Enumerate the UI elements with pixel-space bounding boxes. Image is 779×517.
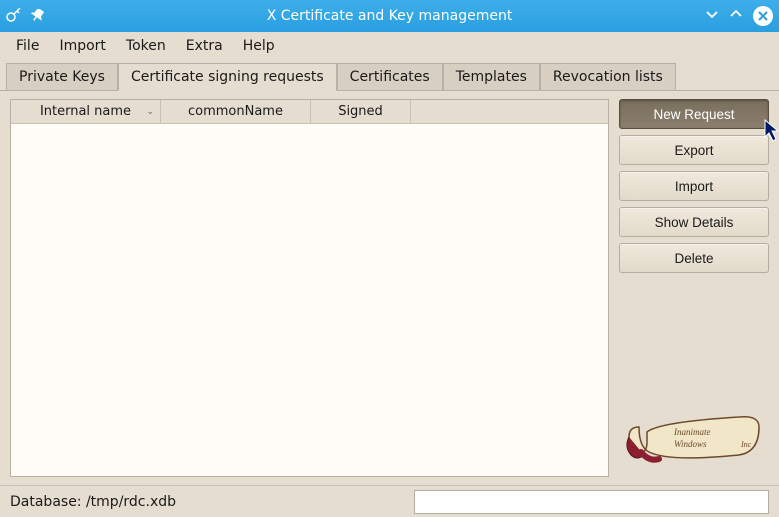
svg-text:Inc: Inc bbox=[740, 440, 752, 449]
action-panel: New Request Export Import Show Details D… bbox=[619, 99, 769, 477]
delete-button[interactable]: Delete bbox=[619, 243, 769, 273]
export-button[interactable]: Export bbox=[619, 135, 769, 165]
menu-file[interactable]: File bbox=[8, 34, 47, 58]
column-internal-name[interactable]: Internal name ⌄ bbox=[11, 100, 161, 124]
tab-content: Internal name ⌄ commonName Signed New Re… bbox=[0, 90, 779, 485]
close-button[interactable] bbox=[753, 6, 773, 26]
column-common-name[interactable]: commonName bbox=[161, 100, 311, 124]
menu-token[interactable]: Token bbox=[118, 34, 174, 58]
tab-certificates[interactable]: Certificates bbox=[337, 63, 443, 91]
maximize-button[interactable] bbox=[729, 7, 743, 25]
window-title: X Certificate and Key management bbox=[0, 8, 779, 24]
import-button[interactable]: Import bbox=[619, 171, 769, 201]
table-body[interactable] bbox=[11, 124, 608, 476]
menu-extra[interactable]: Extra bbox=[178, 34, 231, 58]
tab-private-keys[interactable]: Private Keys bbox=[6, 63, 118, 91]
csr-table: Internal name ⌄ commonName Signed bbox=[10, 99, 609, 477]
menu-import[interactable]: Import bbox=[51, 34, 113, 58]
column-label: commonName bbox=[188, 104, 283, 119]
xca-logo: Inanimate Windows Inc bbox=[619, 397, 769, 467]
svg-text:Windows: Windows bbox=[674, 439, 707, 449]
tab-csr[interactable]: Certificate signing requests bbox=[118, 63, 337, 91]
svg-text:Inanimate: Inanimate bbox=[673, 427, 711, 437]
pin-icon[interactable] bbox=[30, 8, 46, 24]
sort-indicator-icon: ⌄ bbox=[146, 107, 154, 117]
new-request-button[interactable]: New Request bbox=[619, 99, 769, 129]
table-header: Internal name ⌄ commonName Signed bbox=[11, 100, 608, 124]
tab-revocation-lists[interactable]: Revocation lists bbox=[540, 63, 676, 91]
column-label: Internal name bbox=[40, 104, 131, 119]
status-bar: Database: /tmp/rdc.xdb bbox=[0, 485, 779, 517]
menu-help[interactable]: Help bbox=[235, 34, 283, 58]
database-path-label: Database: /tmp/rdc.xdb bbox=[10, 494, 176, 510]
app-icon bbox=[6, 8, 22, 24]
show-details-button[interactable]: Show Details bbox=[619, 207, 769, 237]
search-input[interactable] bbox=[414, 490, 769, 514]
column-label: Signed bbox=[338, 104, 383, 119]
column-signed[interactable]: Signed bbox=[311, 100, 411, 124]
column-spacer bbox=[411, 100, 608, 124]
window-titlebar: X Certificate and Key management bbox=[0, 0, 779, 32]
tab-templates[interactable]: Templates bbox=[443, 63, 540, 91]
minimize-button[interactable] bbox=[705, 7, 719, 25]
tab-bar: Private Keys Certificate signing request… bbox=[0, 62, 779, 90]
menu-bar: File Import Token Extra Help bbox=[0, 32, 779, 60]
